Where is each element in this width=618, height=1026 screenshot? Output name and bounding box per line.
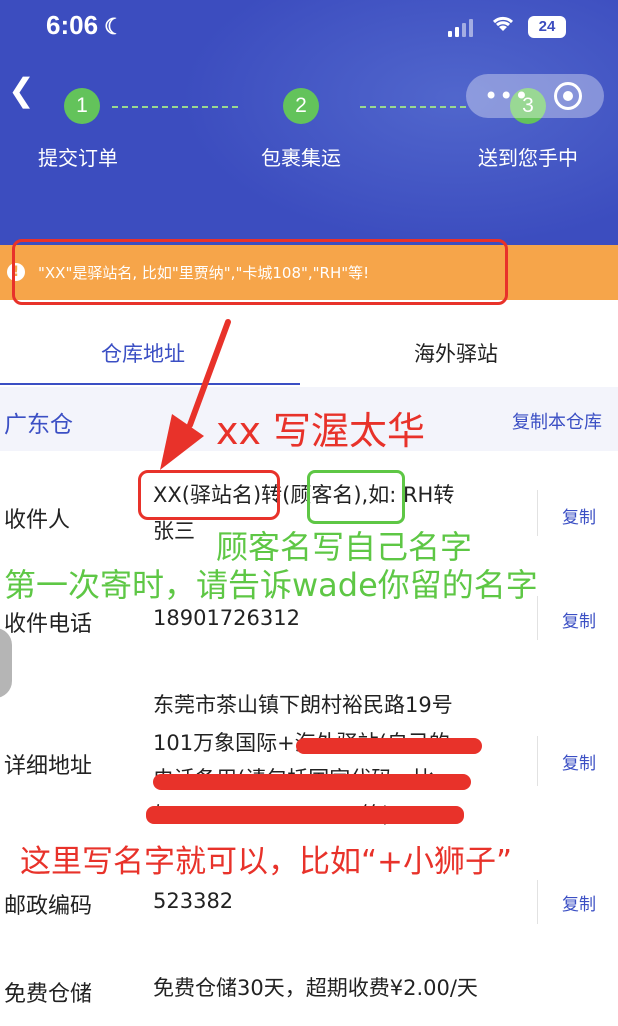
annotation-xx-note: xx 写渥太华 (216, 409, 426, 453)
annotation-first-send-note: 第一次寄时，请告诉wade你留的名字 (4, 566, 538, 604)
annotation-name-note: 这里写名字就可以，比如“+小狮子” (20, 844, 513, 880)
floating-handle[interactable] (0, 628, 12, 698)
